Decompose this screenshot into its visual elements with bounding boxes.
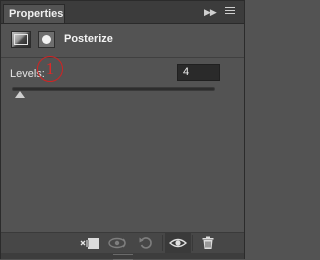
toolbar-divider [162,235,163,251]
panel-tab-bar: Properties ▶▶ [1,1,244,24]
adjustment-layer-icon[interactable] [11,31,31,48]
panel-menu-icon[interactable] [225,7,235,16]
view-previous-state-icon [108,237,126,249]
reset-icon [139,237,152,249]
tab-properties[interactable]: Properties [3,4,65,23]
bottom-toolbar [1,232,244,253]
delete-button[interactable] [195,233,221,253]
clip-to-layer-button[interactable] [77,233,103,253]
clip-to-layer-icon [80,238,99,249]
resize-grip[interactable] [1,253,244,260]
eye-visibility-icon [169,238,187,248]
trash-icon [202,236,214,249]
adjustment-header: Posterize [1,24,244,58]
annotation-marker: 1 [37,56,63,82]
properties-panel: Properties ▶▶ Posterize Levels: 1 4 [0,0,245,260]
visibility-toggle-button[interactable] [165,233,191,253]
levels-slider-track[interactable] [12,87,215,91]
view-previous-state-button[interactable] [105,233,131,253]
collapse-arrows-icon[interactable]: ▶▶ [204,5,220,19]
levels-slider-thumb[interactable] [14,91,25,98]
grip-lines-icon [113,254,133,260]
adjustment-title: Posterize [64,33,113,45]
reset-button[interactable] [133,233,159,253]
toolbar-divider [192,235,193,251]
levels-input[interactable]: 4 [177,64,220,81]
layer-mask-icon[interactable] [38,31,55,48]
